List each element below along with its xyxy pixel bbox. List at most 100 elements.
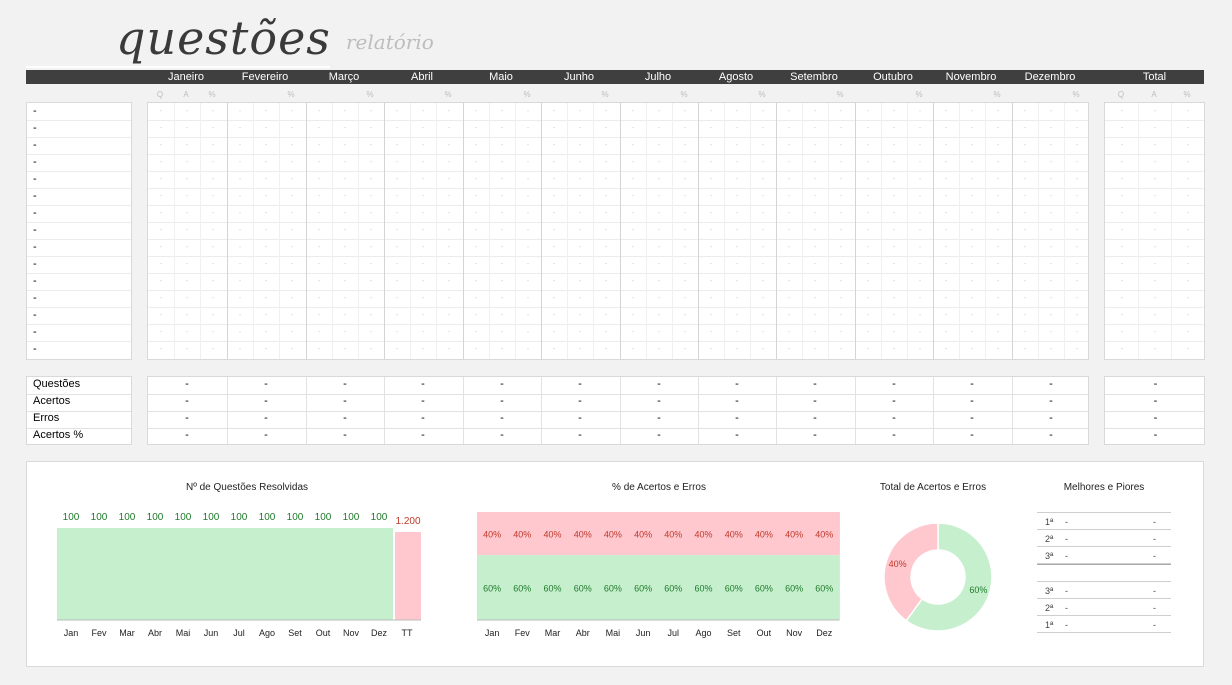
questions-value-label: 100 — [287, 512, 304, 523]
grid-cell: - — [526, 261, 530, 268]
grid-cell: - — [211, 193, 215, 200]
grid-cell: - — [1023, 329, 1027, 336]
grid-cell: - — [657, 227, 661, 234]
row-divider — [148, 137, 1088, 138]
ranking-divider — [1037, 615, 1171, 616]
grid-cell: - — [970, 261, 974, 268]
grid-cell: - — [918, 329, 922, 336]
grid-cell: - — [761, 210, 765, 217]
grid-cell: - — [813, 108, 817, 115]
summary-label: Questões — [33, 378, 81, 390]
grid-cell: - — [709, 278, 713, 285]
total-cell: - — [1153, 193, 1157, 200]
grid-cell: - — [552, 329, 556, 336]
row-divider — [148, 273, 1088, 274]
grid-cell: - — [264, 346, 268, 353]
grid-cell: - — [185, 108, 189, 115]
grid-cell: - — [447, 176, 451, 183]
ranking-title: Melhores e Piores — [1063, 482, 1145, 493]
grid-cell: - — [290, 346, 294, 353]
grid-cell: - — [996, 108, 1000, 115]
grid-cell: - — [1075, 329, 1079, 336]
grid-cell: - — [343, 329, 347, 336]
grid-cell: - — [866, 312, 870, 319]
grid-cell: - — [343, 210, 347, 217]
grid-cell: - — [264, 142, 268, 149]
grid-cell: - — [709, 312, 713, 319]
grid-cell: - — [395, 295, 399, 302]
summary-value: - — [343, 412, 347, 424]
grid-cell: - — [474, 312, 478, 319]
grid-cell: - — [683, 346, 687, 353]
grid-cell: - — [996, 210, 1000, 217]
grid-cell: - — [866, 261, 870, 268]
grid-cell: - — [1075, 278, 1079, 285]
grid-cell: - — [159, 329, 163, 336]
total-cell: - — [1153, 346, 1157, 353]
summary-value: - — [970, 412, 974, 424]
grid-cell: - — [578, 278, 582, 285]
grid-cell: - — [343, 227, 347, 234]
sub-label-pct-12: % — [1183, 90, 1191, 99]
grid-cell: - — [447, 210, 451, 217]
grid-cell: - — [526, 125, 530, 132]
grid-cell: - — [813, 193, 817, 200]
grid-cell: - — [1075, 210, 1079, 217]
row-divider — [27, 120, 131, 121]
ranking-position: 3ª — [1045, 586, 1054, 596]
month-header-bar: Janeiro Fevereiro Março Abril Maio Junho Julho… — [26, 70, 1204, 84]
grid-cell: - — [395, 142, 399, 149]
grid-cell: - — [317, 159, 321, 166]
subject-name: - — [33, 173, 37, 185]
total-cell: - — [1120, 261, 1124, 268]
grid-cell: - — [761, 159, 765, 166]
row-divider — [27, 137, 131, 138]
subject-name: - — [33, 224, 37, 236]
total-cell: - — [1153, 278, 1157, 285]
questions-category-label: Nov — [343, 628, 360, 638]
grid-cell: - — [735, 210, 739, 217]
grid-cell: - — [369, 193, 373, 200]
grid-cell: - — [211, 108, 215, 115]
summary-value: - — [578, 429, 582, 441]
subject-list-panel: - - - - - - - - - - - - - - - — [26, 102, 132, 360]
summary-value: - — [970, 378, 974, 390]
grid-cell: - — [813, 329, 817, 336]
grid-cell: - — [866, 108, 870, 115]
total-cell: - — [1120, 176, 1124, 183]
questions-value-label: 100 — [119, 512, 136, 523]
grid-cell: - — [264, 261, 268, 268]
month-divider — [227, 377, 228, 444]
grid-cell: - — [238, 176, 242, 183]
summary-value: - — [813, 395, 817, 407]
grid-cell: - — [500, 176, 504, 183]
grid-cell: - — [996, 159, 1000, 166]
grid-cell: - — [631, 278, 635, 285]
grid-cell: - — [1075, 312, 1079, 319]
grid-cell: - — [317, 125, 321, 132]
grid-cell: - — [369, 210, 373, 217]
grid-cell: - — [604, 176, 608, 183]
grid-cell: - — [500, 193, 504, 200]
summary-value: - — [892, 412, 896, 424]
month-divider — [306, 377, 307, 444]
month-header-10: Novembro — [945, 71, 997, 83]
month-header-6: Julho — [644, 71, 672, 83]
total-cell: - — [1153, 159, 1157, 166]
grid-cell: - — [787, 108, 791, 115]
summary-value: - — [343, 378, 347, 390]
grid-cell: - — [447, 227, 451, 234]
grid-cell: - — [1023, 210, 1027, 217]
grid-cell: - — [1075, 108, 1079, 115]
grid-cell: - — [526, 159, 530, 166]
grid-cell: - — [552, 108, 556, 115]
grid-cell: - — [395, 125, 399, 132]
grid-cell: - — [474, 346, 478, 353]
pct-erros-label: 40% — [785, 530, 803, 540]
grid-cell: - — [238, 329, 242, 336]
grid-cell: - — [159, 346, 163, 353]
total-cell: - — [1153, 176, 1157, 183]
summary-value: - — [185, 395, 189, 407]
subject-name: - — [33, 156, 37, 168]
grid-cell: - — [735, 108, 739, 115]
